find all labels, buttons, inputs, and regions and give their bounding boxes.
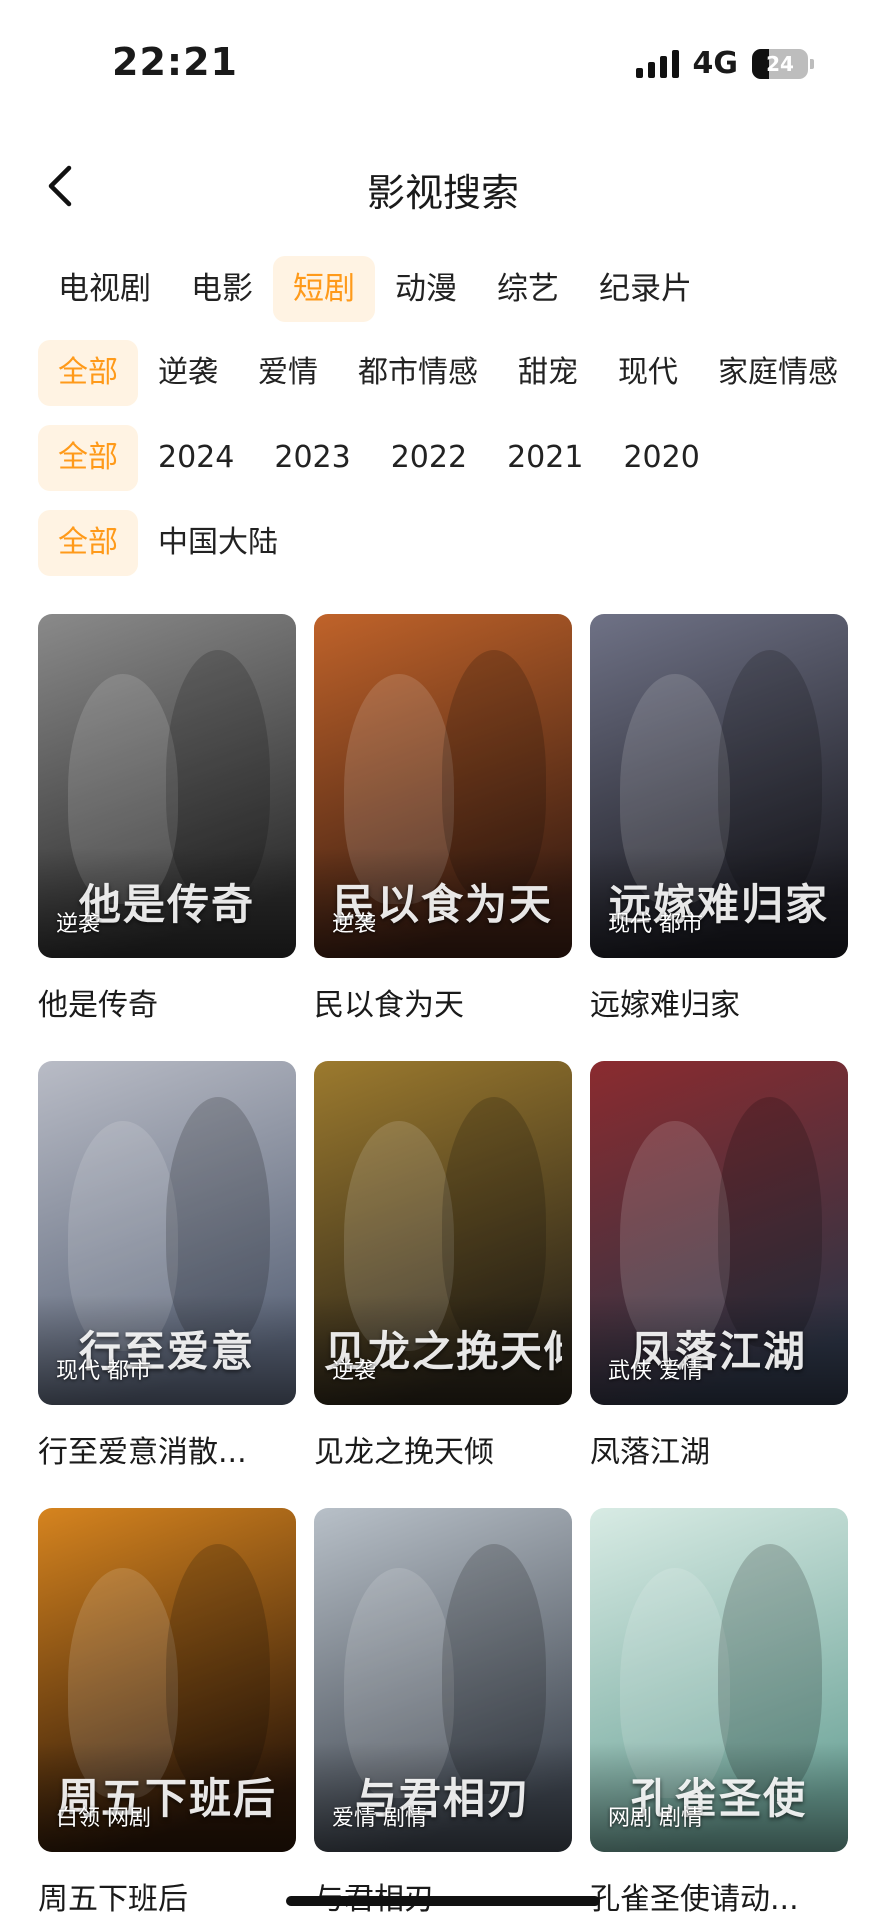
year-chip-5[interactable]: 2020 [603,425,719,491]
status-indicators: 4G 24 [635,46,814,81]
status-time: 22:21 [112,40,238,84]
year-chip-1[interactable]: 2024 [138,425,254,491]
show-card[interactable]: 行至爱意 现代 都市行至爱意消散... [38,1061,296,1471]
battery-icon: 24 [752,48,814,79]
show-tags: 现代 都市 [608,912,703,937]
tab-1[interactable]: 电影 [171,256,273,322]
page-title: 影视搜索 [366,171,519,215]
show-tags: 逆袭 [332,1359,377,1384]
genre-chip-5[interactable]: 现代 [598,340,698,406]
show-title[interactable]: 民以食为天 [314,980,572,1024]
tab-3[interactable]: 动漫 [375,256,477,322]
network-label: 4G [692,46,739,81]
genre-chip-3[interactable]: 都市情感 [338,340,498,406]
show-poster[interactable]: 民以食为天 逆袭 [314,614,572,958]
nav-bar: 影视搜索 [0,140,886,230]
show-title[interactable]: 凤落江湖 [590,1427,848,1471]
genre-chip-2[interactable]: 爱情 [238,340,338,406]
show-tags: 网剧 剧情 [608,1806,703,1831]
show-poster[interactable]: 见龙之挽天倾 逆袭 [314,1061,572,1405]
show-title[interactable]: 见龙之挽天倾 [314,1427,572,1471]
year-chip-4[interactable]: 2021 [487,425,603,491]
show-tags: 现代 都市 [56,1359,151,1384]
year-filter-row: 全部 2024 2023 2022 2021 2020 [38,425,720,491]
status-bar: 22:21 4G 24 [0,0,886,120]
show-poster[interactable]: 行至爱意 现代 都市 [38,1061,296,1405]
show-card[interactable]: 孔雀圣使 网剧 剧情孔雀圣使请动... [590,1508,848,1918]
show-card[interactable]: 远嫁难归家 现代 都市远嫁难归家 [590,614,848,1024]
region-filter-row: 全部 中国大陆 [38,510,298,576]
show-tags: 逆袭 [56,912,101,937]
battery-level: 24 [766,51,794,76]
genre-chip-1[interactable]: 逆袭 [138,340,238,406]
show-card[interactable]: 见龙之挽天倾 逆袭见龙之挽天倾 [314,1061,572,1471]
tab-0[interactable]: 电视剧 [38,256,171,322]
show-card[interactable]: 凤落江湖 武侠 爱情凤落江湖 [590,1061,848,1471]
show-poster[interactable]: 周五下班后 白领 网剧 [38,1508,296,1852]
signal-icon [635,49,679,78]
genre-chip-0[interactable]: 全部 [38,340,138,406]
tab-2[interactable]: 短剧 [273,256,375,322]
show-title[interactable]: 周五下班后 [38,1874,296,1918]
show-title[interactable]: 他是传奇 [38,980,296,1024]
show-poster[interactable]: 凤落江湖 武侠 爱情 [590,1061,848,1405]
show-title[interactable]: 孔雀圣使请动... [590,1874,848,1918]
home-indicator [286,1896,600,1906]
year-chip-0[interactable]: 全部 [38,425,138,491]
show-poster[interactable]: 他是传奇 逆袭 [38,614,296,958]
tab-4[interactable]: 综艺 [477,256,579,322]
show-title[interactable]: 远嫁难归家 [590,980,848,1024]
year-chip-2[interactable]: 2023 [254,425,370,491]
show-tags: 武侠 爱情 [608,1359,703,1384]
show-poster[interactable]: 远嫁难归家 现代 都市 [590,614,848,958]
show-poster[interactable]: 孔雀圣使 网剧 剧情 [590,1508,848,1852]
genre-filter-row: 全部 逆袭 爱情 都市情感 甜宠 现代 家庭情感 [38,340,858,406]
region-chip-0[interactable]: 全部 [38,510,138,576]
show-card[interactable]: 民以食为天 逆袭民以食为天 [314,614,572,1024]
genre-chip-6[interactable]: 家庭情感 [698,340,858,406]
show-card[interactable]: 他是传奇 逆袭他是传奇 [38,614,296,1024]
region-chip-1[interactable]: 中国大陆 [138,510,298,576]
show-tags: 逆袭 [332,912,377,937]
show-card[interactable]: 与君相刃爱情 剧情与君相刃 [314,1508,572,1918]
show-card[interactable]: 周五下班后 白领 网剧周五下班后 [38,1508,296,1918]
genre-chip-4[interactable]: 甜宠 [498,340,598,406]
show-poster[interactable]: 与君相刃 爱情 剧情 [314,1508,572,1852]
show-tags: 爱情 剧情 [332,1806,427,1831]
year-chip-3[interactable]: 2022 [371,425,487,491]
show-title[interactable]: 行至爱意消散... [38,1427,296,1471]
search-page: 22:21 4G 24 影视搜索 电视剧 电影 短剧 动漫 综艺 纪录片 全部 逆袭 爱情 都市… [0,0,886,1920]
type-tabs: 电视剧 电影 短剧 动漫 综艺 纪录片 [38,256,712,322]
tab-5[interactable]: 纪录片 [579,256,712,322]
show-tags: 白领 网剧 [56,1806,151,1831]
